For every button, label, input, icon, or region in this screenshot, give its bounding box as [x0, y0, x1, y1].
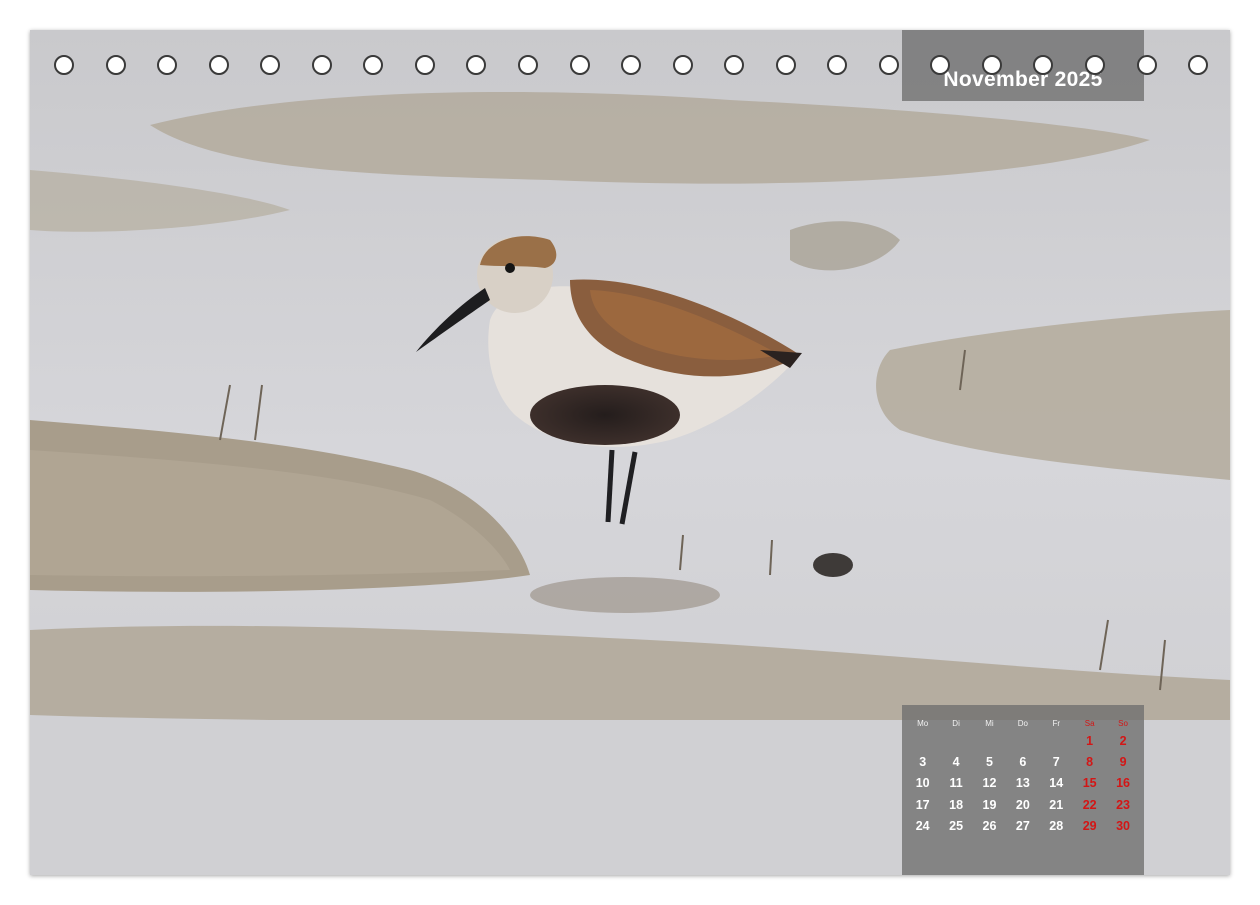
weekday-header: Mi [985, 719, 994, 728]
calendar-day: 1 [1086, 734, 1094, 748]
calendar-day: 8 [1086, 755, 1094, 770]
calendar-day: 30 [1116, 818, 1130, 833]
calendar-day: 12 [982, 776, 997, 791]
calendar-day: 9 [1119, 755, 1127, 770]
calendar-day: 11 [949, 776, 963, 791]
calendar-grid: Mo Di Mi Do Fr Sa So 1 2 3 4 5 6 7 8 9 10 11 12 13 14 15 16 17 1… [906, 717, 1140, 837]
month-title-box: November 2025 [902, 30, 1144, 101]
calendar-day: 27 [1015, 818, 1030, 833]
calendar-day: 23 [1116, 797, 1130, 812]
weekday-header: Sa [1084, 719, 1095, 728]
weekday-header: Do [1017, 719, 1028, 728]
calendar-day: 18 [949, 797, 964, 812]
calendar-day: 7 [1052, 755, 1060, 770]
calendar-sheet: November 2025 Mo Di Mi Do Fr Sa So 1 2 3 4 5 6 7 8 9 10 1… [30, 30, 1230, 875]
calendar-day: 3 [919, 755, 927, 770]
calendar-day: 29 [1082, 818, 1097, 833]
weekday-header: Fr [1052, 719, 1061, 728]
calendar-day: 13 [1015, 776, 1030, 791]
calendar-day: 2 [1119, 734, 1127, 748]
calendar-day: 6 [1019, 755, 1027, 770]
calendar-day: 21 [1049, 797, 1064, 812]
calendar-empty-cell [1006, 731, 1039, 752]
calendar-empty-cell [906, 731, 939, 752]
calendar-day: 24 [915, 818, 930, 833]
calendar-day: 14 [1049, 776, 1064, 791]
calendar-day: 15 [1082, 776, 1097, 791]
calendar-day: 19 [982, 797, 997, 812]
calendar-day: 22 [1082, 797, 1097, 812]
calendar-day: 10 [915, 776, 930, 791]
weekday-header: Mo [917, 719, 929, 728]
calendar-empty-cell [939, 731, 972, 752]
month-calendar: Mo Di Mi Do Fr Sa So 1 2 3 4 5 6 7 8 9 10 11 12 13 14 15 16 17 1… [902, 705, 1144, 875]
calendar-day: 4 [952, 755, 960, 770]
weekday-header: So [1118, 719, 1128, 728]
weekday-header: Di [952, 719, 960, 728]
calendar-day: 5 [986, 755, 993, 770]
calendar-empty-cell [1040, 731, 1073, 752]
calendar-empty-cell [973, 731, 1006, 752]
month-title: November 2025 [943, 68, 1103, 91]
calendar-day: 26 [982, 818, 997, 833]
calendar-day: 28 [1049, 818, 1064, 833]
calendar-day: 17 [915, 797, 930, 812]
calendar-day: 25 [949, 818, 964, 833]
calendar-day: 20 [1015, 797, 1030, 812]
calendar-day: 16 [1116, 776, 1130, 791]
